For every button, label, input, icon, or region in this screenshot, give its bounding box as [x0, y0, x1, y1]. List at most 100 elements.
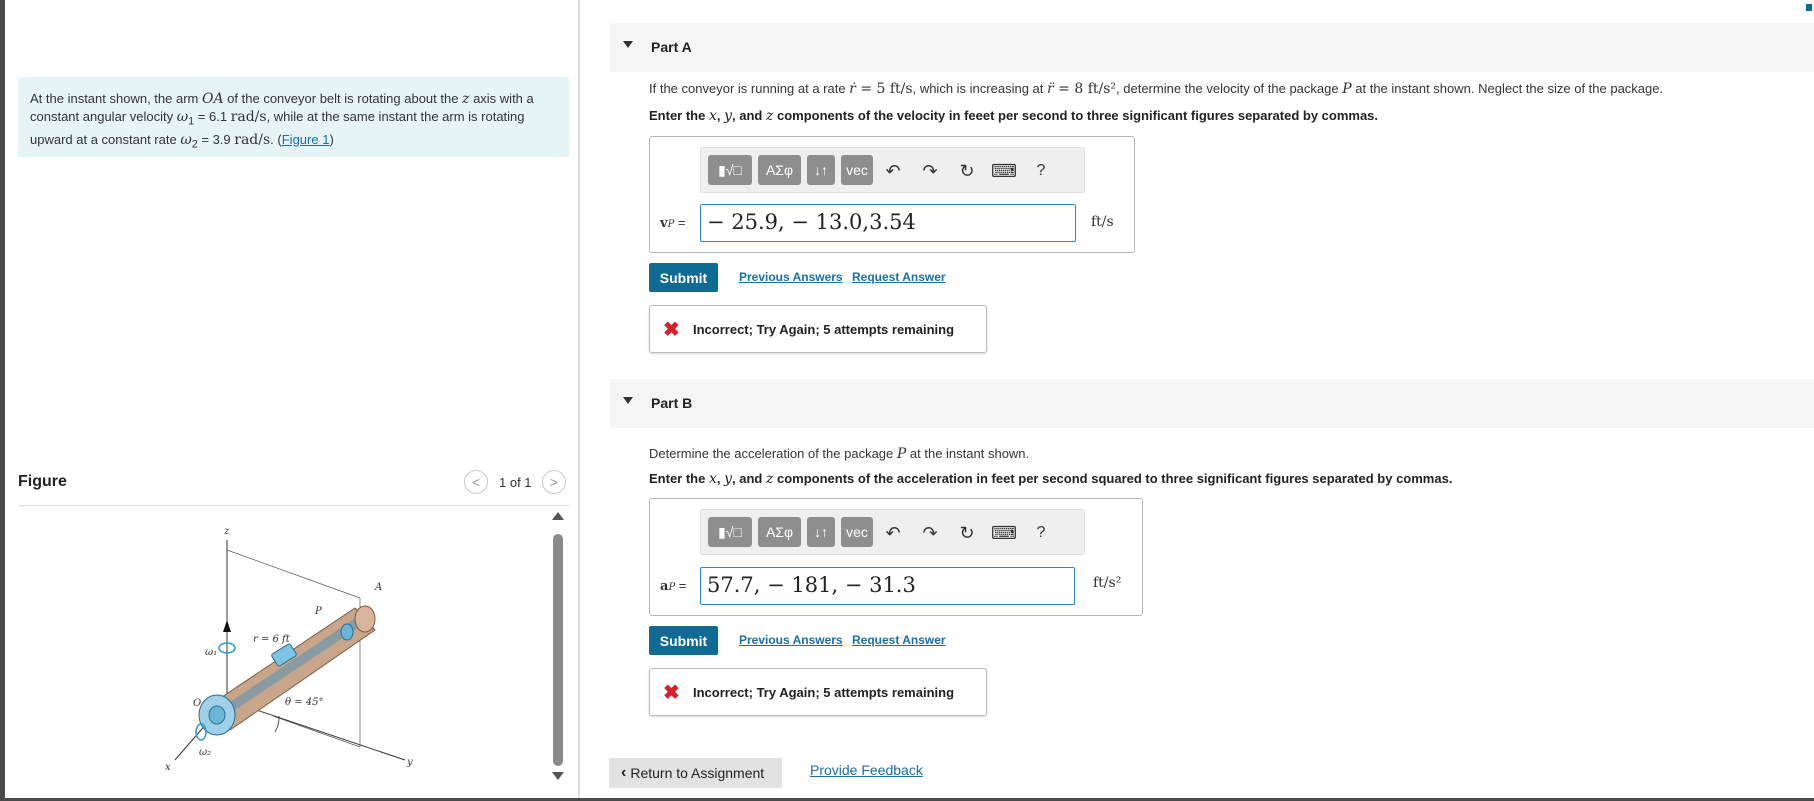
templates-button[interactable]: ▮√□ [708, 517, 752, 547]
question-text: If the conveyor is running at a rate [649, 81, 850, 96]
part-b-submit-button[interactable]: Submit [649, 626, 718, 655]
page-frame: At the instant shown, the arm OA of the … [5, 0, 1814, 798]
omega2-label: ω₂ [199, 747, 211, 758]
part-a-previous-answers-link[interactable]: Previous Answers [739, 270, 843, 284]
vector-button[interactable]: vec [841, 517, 873, 547]
keyboard-button[interactable]: ⌨ [991, 159, 1017, 183]
a-label: A [374, 582, 382, 593]
part-b-request-answer-link[interactable]: Request Answer [852, 633, 946, 647]
figure-scrollbar[interactable] [550, 512, 566, 782]
vec-icon: vec [846, 524, 868, 540]
part-a-submit-button[interactable]: Submit [649, 263, 718, 292]
question-text: Determine the acceleration of the packag… [649, 446, 897, 461]
math-toolbar: ▮√□ ΑΣφ ↓↑ vec ↶ ↷ ↻ ⌨ ? [700, 147, 1085, 193]
subscript-button[interactable]: ↓↑ [807, 155, 835, 185]
part-a-question: If the conveyor is running at a rate ṙ =… [649, 81, 1663, 97]
help-button[interactable]: ? [1029, 159, 1053, 183]
problem-statement: At the instant shown, the arm OA of the … [18, 77, 569, 157]
conveyor-figure: z A P r = 6 ft ω₁ O θ = 45° ω₂ x y [165, 526, 413, 773]
undo-button[interactable]: ↶ [881, 521, 905, 545]
keyboard-icon: ⌨ [991, 160, 1017, 181]
help-button[interactable]: ? [1029, 521, 1053, 545]
rdot-symbol: ṙ [849, 81, 856, 97]
part-b-header[interactable]: Part B [610, 379, 1814, 428]
undo-icon: ↶ [885, 522, 901, 543]
unit-text: ft/s² [1087, 81, 1117, 97]
omega1-symbol: ω [176, 109, 189, 125]
arm-symbol: OA [201, 91, 224, 107]
scroll-up-icon[interactable] [552, 512, 564, 520]
greek-button[interactable]: ΑΣφ [758, 155, 801, 185]
projection-line [226, 549, 361, 599]
part-a-title: Part A [651, 39, 692, 55]
unit-text: rad/s [230, 109, 267, 125]
vector-button[interactable]: vec [841, 155, 873, 185]
instruction-text: , and [732, 108, 766, 123]
instruction-text: Enter the [649, 471, 709, 486]
omega1-label: ω₁ [205, 647, 217, 658]
greek-button[interactable]: ΑΣφ [758, 517, 801, 547]
redo-icon: ↷ [922, 160, 938, 181]
reset-icon: ↻ [959, 160, 975, 181]
redo-button[interactable]: ↷ [918, 159, 942, 183]
intro-text: of the conveyor belt is rotating about t… [223, 91, 463, 106]
p-symbol: P [896, 446, 907, 462]
redo-button[interactable]: ↷ [918, 521, 942, 545]
y-symbol: y [724, 108, 733, 124]
intro-text: At the instant shown, the arm [30, 91, 202, 106]
figure-link[interactable]: Figure 1 [282, 132, 330, 147]
omega2-arrow-icon [195, 723, 207, 741]
part-a-instructions: Enter the x, y, and z components of the … [649, 108, 1378, 124]
collapse-caret-icon[interactable] [623, 397, 633, 404]
part-a-header[interactable]: Part A [610, 23, 1814, 72]
question-text: = 5 [855, 81, 890, 97]
prev-figure-button[interactable]: < [464, 470, 488, 494]
unit-text: ft/s [889, 81, 913, 97]
part-a-feedback-message: Incorrect; Try Again; 5 attempts remaini… [693, 322, 955, 337]
label-symbol: v [660, 216, 668, 231]
templates-icon: ▮√□ [718, 161, 742, 178]
error-x-icon: ✖ [663, 319, 680, 341]
keyboard-button[interactable]: ⌨ [991, 521, 1017, 545]
r-label: r = 6 ft [253, 634, 291, 645]
reset-icon: ↻ [959, 522, 975, 543]
part-a-request-answer-link[interactable]: Request Answer [852, 270, 946, 284]
return-to-assignment-button[interactable]: ‹ Return to Assignment [609, 758, 782, 788]
question-text: at the instant shown. [906, 446, 1030, 461]
subscript-button[interactable]: ↓↑ [807, 517, 835, 547]
scroll-down-icon[interactable] [552, 772, 564, 780]
instruction-text: , and [732, 471, 766, 486]
collapse-caret-icon[interactable] [623, 41, 633, 48]
reset-button[interactable]: ↻ [955, 521, 979, 545]
part-b-answer-input[interactable]: 57.7, − 181, − 31.3 [700, 567, 1075, 605]
scroll-thumb[interactable] [553, 534, 563, 766]
arm-end [354, 605, 376, 633]
next-figure-button[interactable]: > [542, 470, 566, 494]
templates-icon: ▮√□ [718, 523, 742, 540]
question-text: = 8 [1053, 81, 1088, 97]
part-b-previous-answers-link[interactable]: Previous Answers [739, 633, 843, 647]
part-b-answer-box: ▮√□ ΑΣφ ↓↑ vec ↶ ↷ ↻ ⌨ ? aP = 57.7, − 18… [649, 498, 1143, 616]
templates-button[interactable]: ▮√□ [708, 155, 752, 185]
instruction-text: Enter the [649, 108, 709, 123]
roller [340, 623, 354, 641]
part-a-unit: ft/s [1091, 214, 1114, 230]
instruction-text: components of the acceleration in feet p… [773, 471, 1453, 486]
chevron-left-icon: < [471, 474, 481, 490]
x-symbol: x [708, 108, 717, 124]
figure-title: Figure [18, 473, 67, 490]
y-label: y [406, 757, 413, 768]
part-a-feedback: ✖ Incorrect; Try Again; 5 attempts remai… [649, 305, 987, 353]
part-b-instructions: Enter the x, y, and z components of the … [649, 471, 1452, 487]
part-a-answer-input[interactable]: − 25.9, − 13.0,3.54 [700, 204, 1076, 242]
greek-icon: ΑΣφ [765, 162, 794, 178]
reset-button[interactable]: ↻ [955, 159, 979, 183]
undo-button[interactable]: ↶ [881, 159, 905, 183]
z-arrow-icon [223, 620, 231, 632]
o-label: O [193, 698, 201, 709]
vec-icon: vec [846, 162, 868, 178]
provide-feedback-link[interactable]: Provide Feedback [810, 762, 923, 778]
help-icon: ? [1036, 162, 1046, 179]
z-label: z [223, 526, 230, 537]
part-b-feedback-message: Incorrect; Try Again; 5 attempts remaini… [693, 685, 955, 700]
